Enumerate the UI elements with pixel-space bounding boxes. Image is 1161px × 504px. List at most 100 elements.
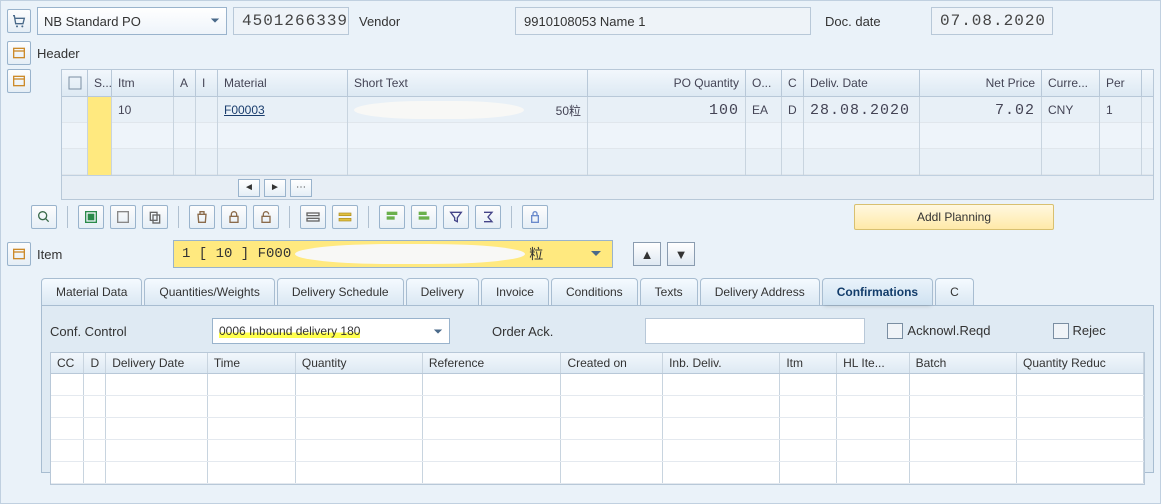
tab-more[interactable]: C xyxy=(935,278,974,305)
select-all-button[interactable] xyxy=(78,205,104,229)
header-expand-label: Header xyxy=(37,46,80,61)
item-prev-button[interactable]: ▲ xyxy=(633,242,661,266)
tab-delivery-schedule[interactable]: Delivery Schedule xyxy=(277,278,404,305)
oun-cell: EA xyxy=(746,97,782,123)
table-row[interactable] xyxy=(62,123,1153,149)
vendor-field: 9910108053 Name 1 xyxy=(515,7,811,35)
col-inb-deliv[interactable]: Inb. Deliv. xyxy=(663,353,780,373)
grid-scrollbar[interactable]: ◄ ► ⋯ xyxy=(62,175,1153,199)
tab-delivery-address[interactable]: Delivery Address xyxy=(700,278,820,305)
col-created-on[interactable]: Created on xyxy=(561,353,663,373)
col-selector[interactable] xyxy=(62,70,88,96)
col-material[interactable]: Material xyxy=(218,70,348,96)
col-d[interactable]: D xyxy=(84,353,106,373)
delete-button[interactable] xyxy=(189,205,215,229)
conf-control-dropdown[interactable]: 0006 Inbound delivery 180 xyxy=(212,318,450,344)
tab-confirmations[interactable]: Confirmations xyxy=(822,278,933,305)
chevron-down-icon xyxy=(433,327,443,337)
item-label: Item xyxy=(37,247,167,262)
addl-planning-button[interactable]: Addl Planning xyxy=(854,204,1054,230)
col-currency[interactable]: Curre... xyxy=(1042,70,1100,96)
item-selector-value: 1 [ 10 ] F000 xyxy=(182,246,291,262)
deselect-all-button[interactable] xyxy=(110,205,136,229)
lock-button[interactable] xyxy=(221,205,247,229)
ack-reqd-checkbox-wrap[interactable]: Acknowl.Reqd xyxy=(887,323,990,340)
insert-button[interactable] xyxy=(300,205,326,229)
col-i[interactable]: I xyxy=(196,70,218,96)
items-expand-button[interactable] xyxy=(7,69,31,93)
col-per[interactable]: Per xyxy=(1100,70,1142,96)
item-selector-dropdown[interactable]: 1 [ 10 ] F000 粒 xyxy=(173,240,613,268)
unlock-button[interactable] xyxy=(253,205,279,229)
conf-control-value: 0006 Inbound delivery 180 xyxy=(219,324,360,338)
table-row[interactable] xyxy=(62,149,1153,175)
status-cell[interactable] xyxy=(88,97,112,123)
col-net-price[interactable]: Net Price xyxy=(920,70,1042,96)
table-row[interactable]: 10 F00003 50粒 100 EA D 28.08.2020 7.02 C… xyxy=(62,97,1153,123)
po-type-value: NB Standard PO xyxy=(44,14,141,29)
tab-conditions[interactable]: Conditions xyxy=(551,278,638,305)
confirmations-panel: Conf. Control 0006 Inbound delivery 180 … xyxy=(41,305,1154,473)
col-c[interactable]: C xyxy=(782,70,804,96)
table-row[interactable] xyxy=(51,462,1144,484)
col-reference[interactable]: Reference xyxy=(423,353,562,373)
col-itm[interactable]: Itm xyxy=(112,70,174,96)
col-delivery-date[interactable]: Delivery Date xyxy=(106,353,208,373)
ack-reqd-label: Acknowl.Reqd xyxy=(907,323,990,338)
qty-cell: 100 xyxy=(588,97,746,123)
col-s[interactable]: S... xyxy=(88,70,112,96)
col-cc[interactable]: CC xyxy=(51,353,84,373)
vendor-label: Vendor xyxy=(359,14,509,29)
table-row[interactable] xyxy=(51,374,1144,396)
col-oun[interactable]: O... xyxy=(746,70,782,96)
header-expand-button[interactable] xyxy=(7,41,31,65)
col-qty-reduced[interactable]: Quantity Reduc xyxy=(1017,353,1144,373)
item-selector-tail: 粒 xyxy=(529,244,543,264)
sort-green-button[interactable] xyxy=(379,205,405,229)
col-deliv-date[interactable]: Deliv. Date xyxy=(804,70,920,96)
reject-checkbox-wrap[interactable]: Rejec xyxy=(1053,323,1106,340)
col-time[interactable]: Time xyxy=(208,353,296,373)
item-next-button[interactable]: ▼ xyxy=(667,242,695,266)
sort-green2-button[interactable] xyxy=(411,205,437,229)
scroll-left-button[interactable]: ◄ xyxy=(238,179,260,197)
col-quantity[interactable]: Quantity xyxy=(296,353,423,373)
order-ack-label: Order Ack. xyxy=(492,324,553,339)
detail-view-button[interactable] xyxy=(31,205,57,229)
table-row[interactable] xyxy=(51,396,1144,418)
material-link[interactable]: F00003 xyxy=(224,103,265,117)
tab-material-data[interactable]: Material Data xyxy=(41,278,142,305)
col-po-quantity[interactable]: PO Quantity xyxy=(588,70,746,96)
tab-invoice[interactable]: Invoice xyxy=(481,278,549,305)
table-row[interactable] xyxy=(51,440,1144,462)
scroll-config-button[interactable]: ⋯ xyxy=(290,179,312,197)
sum-button[interactable] xyxy=(475,205,501,229)
col-short-text[interactable]: Short Text xyxy=(348,70,588,96)
deliv-date-cell: 28.08.2020 xyxy=(804,97,920,123)
col-batch[interactable]: Batch xyxy=(910,353,1017,373)
item-toolbar: Addl Planning xyxy=(1,200,1160,234)
settings-button[interactable] xyxy=(522,205,548,229)
tab-quantities-weights[interactable]: Quantities/Weights xyxy=(144,278,275,305)
item-detail-expand-button[interactable] xyxy=(7,242,31,266)
order-ack-input[interactable] xyxy=(645,318,865,344)
tab-delivery[interactable]: Delivery xyxy=(406,278,479,305)
ack-reqd-checkbox[interactable] xyxy=(887,323,903,339)
scroll-right-button[interactable]: ► xyxy=(264,179,286,197)
cart-icon-button[interactable] xyxy=(7,9,31,33)
doc-date-label: Doc. date xyxy=(825,14,925,29)
tab-texts[interactable]: Texts xyxy=(640,278,698,305)
col-itm2[interactable]: Itm xyxy=(780,353,837,373)
reject-label: Rejec xyxy=(1073,323,1106,338)
items-grid-header: S... Itm A I Material Short Text PO Quan… xyxy=(62,70,1153,97)
col-hl-item[interactable]: HL Ite... xyxy=(837,353,909,373)
col-a[interactable]: A xyxy=(174,70,196,96)
po-number-field: 4501266339 xyxy=(233,7,349,35)
duplicate-button[interactable] xyxy=(332,205,358,229)
po-type-dropdown[interactable]: NB Standard PO xyxy=(37,7,227,35)
table-row[interactable] xyxy=(51,418,1144,440)
reject-checkbox[interactable] xyxy=(1053,323,1069,339)
copy-button[interactable] xyxy=(142,205,168,229)
filter-button[interactable] xyxy=(443,205,469,229)
currency-cell: CNY xyxy=(1042,97,1100,123)
